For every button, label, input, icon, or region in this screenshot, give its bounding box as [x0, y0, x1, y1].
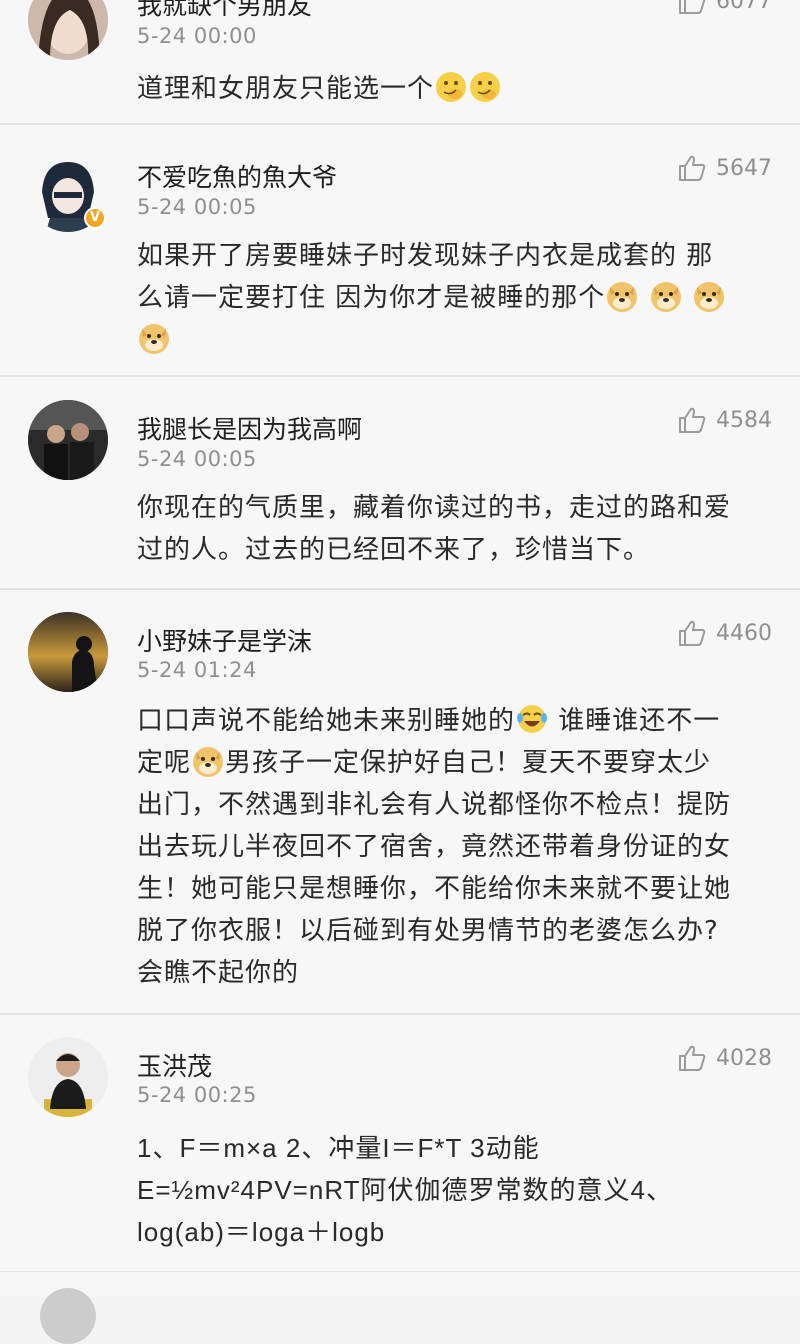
- comment-card: 我就缺个男朋友 6077 5-24 00:00 道理和女朋友只能选一个: [0, 0, 800, 125]
- thinking-emoji-icon: [468, 70, 502, 104]
- thumbs-up-icon: [678, 407, 706, 433]
- comment-card: V 不爱吃魚的魚大爷 5647 5-24 00:05 如果开了房要睡妹子时发现妹…: [0, 125, 800, 377]
- doge-emoji-icon: [137, 321, 171, 355]
- doge-emoji-icon: [191, 744, 225, 778]
- comment-author[interactable]: 不爱吃魚的魚大爷: [137, 158, 337, 194]
- comment-time: 5-24 00:25: [137, 1083, 257, 1107]
- comment-card: 玉洪茂 4028 5-24 00:25 1、F＝m×a 2、冲量I＝F*T 3动…: [0, 1015, 800, 1273]
- avatar[interactable]: [28, 612, 108, 692]
- comment-author[interactable]: 我就缺个男朋友: [137, 0, 312, 22]
- comment-text: 如果开了房要睡妹子时发现妹子内衣是成套的 那 么请一定要打住 因为你才是被睡的那…: [137, 235, 777, 361]
- comment-text: 你现在的气质里，藏着你读过的书，走过的路和爱 过的人。过去的已经回不来了，珍惜当…: [137, 493, 732, 565]
- next-comment-card: [0, 1272, 800, 1296]
- like-button[interactable]: 5647: [678, 155, 772, 181]
- like-button[interactable]: 4028: [678, 1045, 772, 1071]
- doge-emoji-icon: [692, 279, 726, 313]
- avatar[interactable]: [28, 1037, 108, 1117]
- comment-time: 5-24 00:05: [137, 447, 257, 471]
- like-count: 5647: [716, 155, 772, 181]
- comment-author[interactable]: 小野妹子是学沫: [137, 622, 312, 658]
- comment-time: 5-24 00:00: [137, 24, 257, 48]
- like-count: 4028: [716, 1045, 772, 1071]
- like-button[interactable]: 4460: [678, 620, 772, 646]
- comment-text: 1、F＝m×a 2、冲量I＝F*T 3动能 E=½mv²4PV=nRT阿伏伽德罗…: [137, 1133, 673, 1247]
- thumbs-up-icon: [678, 0, 706, 14]
- comment-text: 道理和女朋友只能选一个: [137, 68, 777, 110]
- comment-time: 5-24 01:24: [137, 658, 257, 682]
- comment-time: 5-24 00:05: [137, 195, 257, 219]
- verified-badge-icon: V: [84, 207, 106, 229]
- laugh-cry-emoji-icon: [515, 702, 549, 736]
- thumbs-up-icon: [678, 620, 706, 646]
- comment-text: 口口声说不能给她未来别睡她的 谁睡谁还不一 定呢 男孩子一定保护好自己！夏天不要穿…: [137, 700, 777, 994]
- doge-emoji-icon: [649, 279, 683, 313]
- avatar[interactable]: [40, 1288, 96, 1344]
- like-count: 4460: [716, 620, 772, 646]
- like-count: 4584: [716, 407, 772, 433]
- doge-emoji-icon: [605, 279, 639, 313]
- comment-card: 我腿长是因为我高啊 4584 5-24 00:05 你现在的气质里，藏着你读过的…: [0, 377, 800, 590]
- thinking-emoji-icon: [434, 70, 468, 104]
- like-button[interactable]: 6077: [678, 0, 772, 14]
- like-button[interactable]: 4584: [678, 407, 772, 433]
- comment-author[interactable]: 玉洪茂: [137, 1047, 212, 1083]
- thumbs-up-icon: [678, 155, 706, 181]
- comment-author[interactable]: 我腿长是因为我高啊: [137, 410, 362, 446]
- like-count: 6077: [716, 0, 772, 14]
- thumbs-up-icon: [678, 1045, 706, 1071]
- comment-card: 小野妹子是学沫 4460 5-24 01:24 口口声说不能给她未来别睡她的 谁…: [0, 590, 800, 1015]
- avatar[interactable]: [28, 400, 108, 480]
- avatar[interactable]: [28, 0, 108, 60]
